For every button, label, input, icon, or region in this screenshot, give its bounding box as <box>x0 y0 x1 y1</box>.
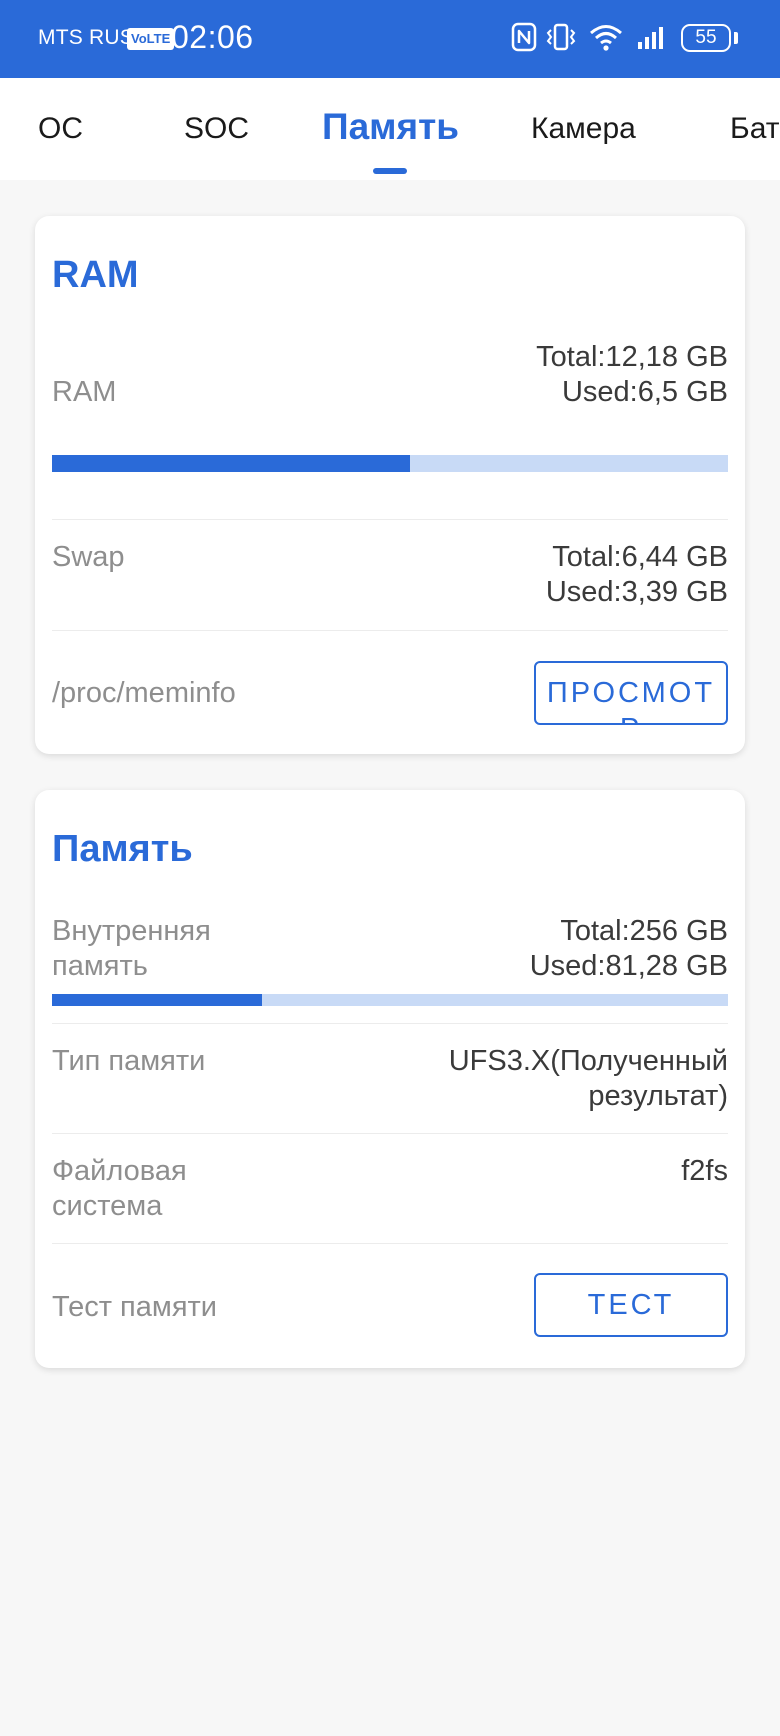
swap-total: Total:6,44 GB <box>552 541 728 573</box>
category-tab-bar: ОС SOC Память Камера Бат <box>0 78 780 180</box>
wifi-icon <box>588 22 624 57</box>
memory-type-value-line1: UFS3.X(Полученный <box>448 1045 728 1077</box>
filesystem-value: f2fs <box>681 1155 728 1187</box>
internal-storage-values: Total:256 GB Used:81,28 GB <box>530 914 728 984</box>
internal-storage-label-line2: память <box>52 950 148 982</box>
memory-type-value-line2: результат) <box>588 1080 728 1112</box>
tab-memory[interactable]: Память <box>322 106 459 148</box>
storage-card-title: Память <box>52 828 193 870</box>
ram-used: Used:6,5 GB <box>561 376 728 408</box>
filesystem-label: Файловая система <box>52 1154 187 1224</box>
storage-card: Память Внутренняя память Total:256 GB Us… <box>35 790 745 1368</box>
active-tab-indicator <box>373 168 407 174</box>
vibrate-icon <box>545 22 577 57</box>
swap-label: Swap <box>52 541 125 573</box>
ram-usage-bar <box>52 455 728 472</box>
divider <box>52 1023 728 1024</box>
ram-usage-fill <box>52 455 411 472</box>
ram-card: RAM RAM Total:12,18 GB Used:6,5 GB Swap … <box>35 216 745 754</box>
memory-test-button[interactable]: ТЕСТ <box>534 1273 728 1337</box>
carrier-name: MTS RUS <box>38 26 134 49</box>
battery-tip <box>734 32 738 44</box>
divider <box>52 519 728 520</box>
storage-usage-bar <box>52 994 728 1006</box>
volte-badge: VoLTE <box>127 28 175 50</box>
ram-values: Total:12,18 GB Used:6,5 GB <box>536 340 728 410</box>
status-bar: MTS RUS VoLTE 02:06 55 <box>0 0 780 78</box>
memory-type-value: UFS3.X(Полученный результат) <box>449 1044 728 1114</box>
view-meminfo-button-label: ПРОСМОТР <box>546 677 716 723</box>
internal-storage-label: Внутренняя память <box>52 914 211 984</box>
tab-soc[interactable]: SOC <box>184 112 249 146</box>
swap-values: Total:6,44 GB Used:3,39 GB <box>546 540 728 610</box>
memory-test-label: Тест памяти <box>52 1291 218 1323</box>
divider <box>52 1133 728 1134</box>
signal-icon <box>636 22 670 57</box>
memory-test-button-label: ТЕСТ <box>587 1289 675 1321</box>
nfc-icon <box>511 22 537 57</box>
internal-storage-used: Used:81,28 GB <box>529 950 728 982</box>
ram-total: Total:12,18 GB <box>536 341 728 373</box>
storage-usage-fill <box>52 994 262 1006</box>
tab-os[interactable]: ОС <box>38 112 83 146</box>
filesystem-label-line2: система <box>52 1190 163 1222</box>
tab-camera[interactable]: Камера <box>531 112 636 146</box>
swap-used: Used:3,39 GB <box>545 576 728 608</box>
status-time: 02:06 <box>171 19 254 55</box>
view-meminfo-button[interactable]: ПРОСМОТР <box>534 661 728 725</box>
battery-indicator: 55 <box>681 24 731 52</box>
divider <box>52 630 728 631</box>
internal-storage-total: Total:256 GB <box>560 915 728 947</box>
memory-type-label: Тип памяти <box>52 1045 206 1077</box>
internal-storage-label-line1: Внутренняя <box>52 915 211 947</box>
ram-card-title: RAM <box>52 254 139 296</box>
ram-label: RAM <box>52 376 117 408</box>
filesystem-label-line1: Файловая <box>52 1155 187 1187</box>
tab-battery[interactable]: Бат <box>730 112 779 146</box>
divider <box>52 1243 728 1244</box>
meminfo-label: /proc/meminfo <box>52 677 236 709</box>
